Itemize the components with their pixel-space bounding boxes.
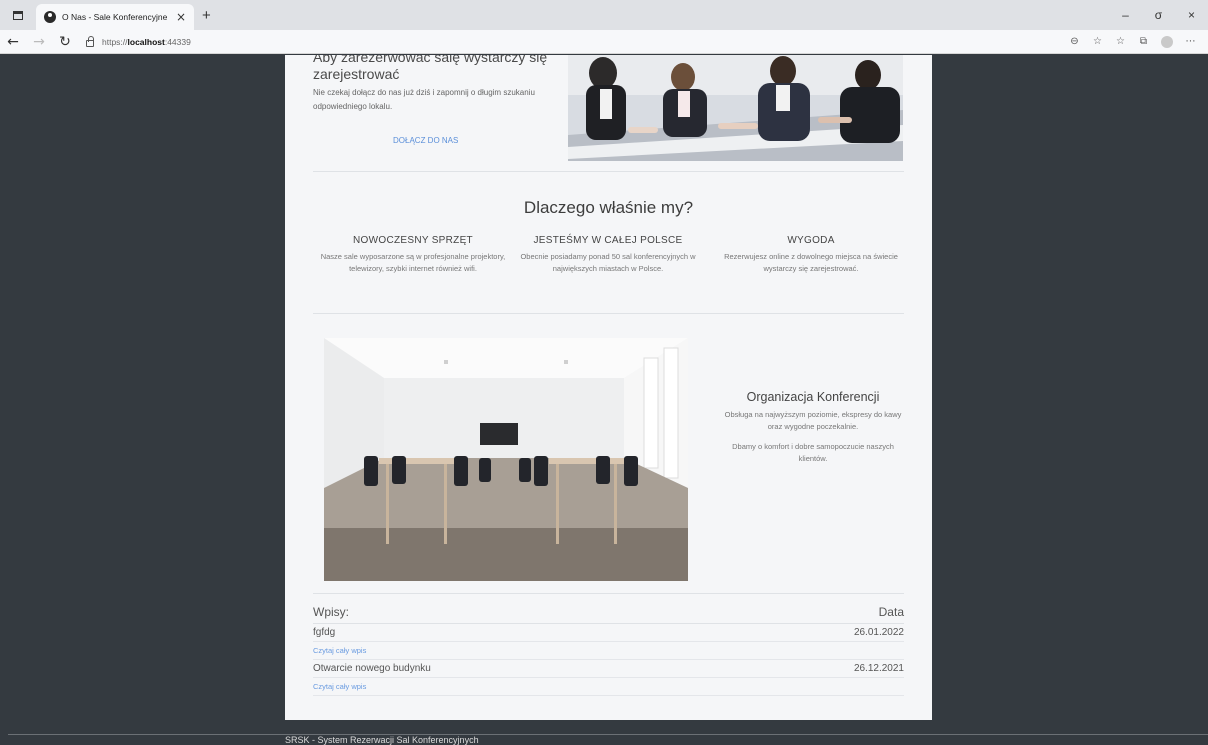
url-field[interactable]: https://localhost:44339 bbox=[86, 36, 1063, 47]
zoom-icon[interactable]: ⊖ bbox=[1063, 36, 1086, 47]
lock-icon bbox=[86, 36, 94, 47]
more-options-icon[interactable]: ⋯ bbox=[1179, 36, 1202, 47]
entry-date: 26.12.2021 bbox=[853, 663, 904, 674]
conference-section: Organizacja Konferencji Obsługa na najwy… bbox=[718, 390, 908, 473]
join-link[interactable]: DOŁĄCZ DO NAS bbox=[393, 136, 458, 145]
feature-title: WYGODA bbox=[787, 235, 835, 246]
conference-title: Organizacja Konferencji bbox=[746, 390, 880, 404]
favorites-icon[interactable]: ☆ bbox=[1109, 36, 1132, 47]
entries-header: Wpisy: Data bbox=[313, 600, 904, 624]
footer-text: SRSK - System Rezerwacji Sal Konferencyj… bbox=[285, 735, 479, 745]
collections-icon[interactable]: ⧉ bbox=[1132, 36, 1155, 47]
tab-close-icon[interactable]: × bbox=[176, 10, 186, 24]
entry-title: Otwarcie nowego budynku bbox=[313, 663, 431, 674]
why-us-title: Dlaczego właśnie my? bbox=[523, 198, 694, 217]
meeting-image bbox=[568, 55, 903, 161]
divider bbox=[313, 171, 904, 172]
feature-title: NOWOCZESNY SPRZĘT bbox=[353, 235, 473, 246]
restore-icon[interactable]: σ bbox=[1142, 8, 1175, 22]
browser-toolbar: ⊖ ☆ ☆ ⧉ ⋯ bbox=[1063, 35, 1202, 48]
close-window-icon[interactable]: × bbox=[1175, 8, 1208, 22]
page-viewport: Aby zarezerwować salę wystarczy się zare… bbox=[8, 55, 1208, 745]
feature-text: Obecnie posiadamy ponad 50 sal konferenc… bbox=[520, 252, 696, 273]
new-tab-icon[interactable]: + bbox=[202, 7, 211, 24]
read-more-link[interactable]: Czytaj cały wpis bbox=[313, 682, 366, 691]
browser-tab-bar: O Nas - Sale Konferencyjne × + – σ × bbox=[0, 0, 1208, 30]
feature-equipment: NOWOCZESNY SPRZĘT Nasze sale wyposarzone… bbox=[318, 235, 508, 275]
browser-tab[interactable]: O Nas - Sale Konferencyjne × bbox=[36, 4, 194, 30]
divider bbox=[313, 313, 904, 314]
tab-title: O Nas - Sale Konferencyjne bbox=[62, 12, 168, 22]
feature-text: Nasze sale wyposarzone są w profesjonaln… bbox=[320, 252, 506, 273]
back-icon[interactable]: ← bbox=[0, 34, 26, 50]
entry-title: fgfdg bbox=[313, 627, 336, 638]
entry-link-row: Czytaj cały wpis bbox=[313, 642, 904, 660]
profile-avatar-icon[interactable] bbox=[1161, 35, 1173, 48]
entry-row: Otwarcie nowego budynku 26.12.2021 bbox=[313, 660, 904, 678]
entries-table: Wpisy: Data fgfdg 26.01.2022 Czytaj cały… bbox=[313, 600, 904, 696]
entries-header-date: Data bbox=[878, 604, 904, 619]
footer: SRSK - System Rezerwacji Sal Konferencyj… bbox=[8, 734, 1208, 745]
address-bar: ← → ↻ https://localhost:44339 ⊖ ☆ ☆ ⧉ ⋯ bbox=[0, 30, 1208, 54]
join-heading: Aby zarezerwować salę wystarczy się zare… bbox=[313, 55, 548, 82]
forward-icon[interactable]: → bbox=[26, 34, 52, 50]
join-text: Nie czekaj dołącz do nas już dziś i zapo… bbox=[313, 88, 535, 111]
url-text[interactable]: https://localhost:44339 bbox=[102, 37, 191, 47]
entry-date: 26.01.2022 bbox=[853, 627, 904, 638]
read-more-link[interactable]: Czytaj cały wpis bbox=[313, 646, 366, 655]
conference-text-2: Dbamy o komfort i dobre samopoczucie nas… bbox=[732, 442, 894, 463]
feature-convenience: WYGODA Rezerwujesz online z dowolnego mi… bbox=[716, 235, 906, 275]
entry-row: fgfdg 26.01.2022 bbox=[313, 624, 904, 642]
read-aloud-icon[interactable]: ☆ bbox=[1086, 36, 1109, 47]
divider bbox=[313, 593, 904, 594]
minimize-icon[interactable]: – bbox=[1109, 8, 1142, 22]
refresh-icon[interactable]: ↻ bbox=[52, 34, 78, 50]
entries-header-title: Wpisy: bbox=[313, 604, 349, 619]
tab-favicon-icon bbox=[44, 11, 56, 23]
conference-room-image bbox=[324, 338, 688, 581]
feature-locations: JESTEŚMY W CAŁEJ POLSCE Obecnie posiadam… bbox=[513, 235, 703, 275]
main-container: Aby zarezerwować salę wystarczy się zare… bbox=[285, 55, 932, 720]
window-controls: – σ × bbox=[1109, 0, 1208, 30]
feature-text: Rezerwujesz online z dowolnego miejsca n… bbox=[724, 252, 898, 273]
window-menu-icon[interactable] bbox=[8, 5, 28, 25]
conference-text-1: Obsługa na najwyższym poziomie, ekspresy… bbox=[724, 410, 902, 431]
entry-link-row: Czytaj cały wpis bbox=[313, 678, 904, 696]
feature-title: JESTEŚMY W CAŁEJ POLSCE bbox=[533, 235, 683, 246]
